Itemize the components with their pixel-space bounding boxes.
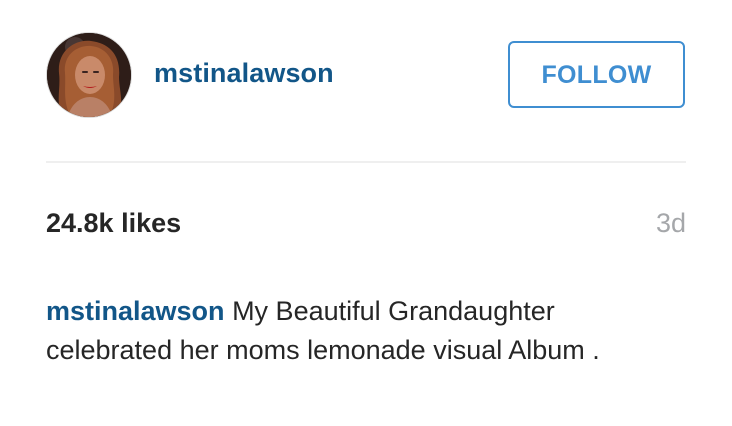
follow-button[interactable]: FOLLOW [508, 41, 685, 108]
post-caption: mstinalawson My Beautiful Grandaughter c… [46, 292, 666, 370]
post-header: mstinalawson FOLLOW [46, 30, 686, 122]
divider [46, 161, 686, 163]
username-link[interactable]: mstinalawson [154, 58, 334, 89]
likes-count[interactable]: 24.8k likes [46, 208, 181, 239]
avatar[interactable] [46, 32, 132, 118]
post-timestamp[interactable]: 3d [656, 208, 686, 239]
caption-username-link[interactable]: mstinalawson [46, 296, 225, 326]
avatar-image [47, 33, 131, 117]
